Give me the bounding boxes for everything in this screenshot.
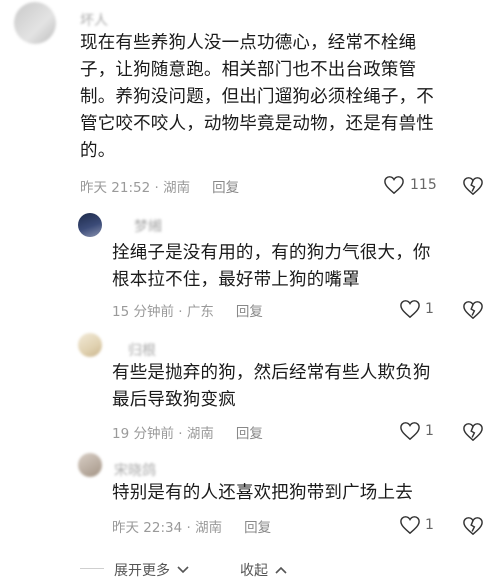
expand-more-label: 展开更多 <box>114 563 170 579</box>
like-button[interactable]: 1 <box>399 299 434 319</box>
heart-icon <box>400 300 420 319</box>
comment-line: 的。 <box>80 141 116 161</box>
comment-line: 管它咬不咬人，动物毕竟是动物，还是有兽性 <box>80 114 434 134</box>
avatar[interactable] <box>14 2 56 44</box>
broken-heart-icon[interactable] <box>462 516 484 536</box>
commenter-name[interactable]: 梦緗 <box>134 216 162 236</box>
avatar[interactable] <box>78 213 102 237</box>
reply-button[interactable]: 回复 <box>236 422 263 442</box>
like-count: 1 <box>425 301 434 317</box>
comment-line: 特别是有的人还喜欢把狗带到广场上去 <box>112 483 413 503</box>
comment-text: 现在有些养狗人没一点功德心，经常不栓绳 子，让狗随意跑。相关部门也不出台政策管 … <box>80 30 490 165</box>
avatar[interactable] <box>78 333 102 357</box>
reply-button[interactable]: 回复 <box>212 176 239 196</box>
like-button[interactable]: 1 <box>399 421 434 441</box>
comment-line: 根本拉不住，最好带上狗的嘴罩 <box>112 270 360 290</box>
commenter-name[interactable]: 归根 <box>128 340 156 360</box>
commenter-name[interactable]: 宋晓鸽 <box>114 460 156 480</box>
collapse-button[interactable]: 收起 <box>240 560 288 580</box>
comment-meta: 昨天 22:34 · 湖南 回复 <box>112 516 271 536</box>
heart-icon <box>400 516 420 535</box>
comment-time: 昨天 22:34 · 湖南 <box>112 520 223 536</box>
broken-heart-icon[interactable] <box>462 300 484 320</box>
like-count: 1 <box>425 517 434 533</box>
comment-time: 15 分钟前 · 广东 <box>112 304 214 320</box>
comment-text: 有些是抛弃的狗，然后经常有些人欺负狗 最后导致狗变疯 <box>112 360 492 414</box>
comment-text: 特别是有的人还喜欢把狗带到广场上去 <box>112 480 492 507</box>
heart-icon <box>384 176 404 195</box>
comment-line: 最后导致狗变疯 <box>112 390 236 410</box>
chevron-up-icon <box>275 566 287 574</box>
comment-line: 拴绳子是没有用的，有的狗力气很大，你 <box>112 243 431 263</box>
comment-meta: 昨天 21:52 · 湖南 回复 <box>80 176 239 196</box>
reply-button[interactable]: 回复 <box>236 300 263 320</box>
avatar[interactable] <box>78 453 102 477</box>
comment-line: 子，让狗随意跑。相关部门也不出台政策管 <box>80 60 417 80</box>
comment-meta: 19 分钟前 · 湖南 回复 <box>112 422 263 442</box>
chevron-down-icon <box>177 566 189 574</box>
broken-heart-icon[interactable] <box>462 422 484 442</box>
comment-line: 现在有些养狗人没一点功德心，经常不栓绳 <box>80 33 417 53</box>
expand-more-button[interactable]: 展开更多 <box>114 560 190 580</box>
like-button[interactable]: 115 <box>383 175 437 195</box>
divider <box>80 568 104 569</box>
like-count: 1 <box>425 423 434 439</box>
collapse-label: 收起 <box>240 563 268 579</box>
comment-meta: 15 分钟前 · 广东 回复 <box>112 300 263 320</box>
broken-heart-icon[interactable] <box>462 176 484 196</box>
comment-line: 制。养狗没问题，但出门遛狗必须栓绳子，不 <box>80 87 434 107</box>
commenter-name[interactable]: 坏人 <box>80 10 108 30</box>
comment-text: 拴绳子是没有用的，有的狗力气很大，你 根本拉不住，最好带上狗的嘴罩 <box>112 240 492 294</box>
comment-time: 昨天 21:52 · 湖南 <box>80 180 191 196</box>
reply-button[interactable]: 回复 <box>244 516 271 536</box>
like-button[interactable]: 1 <box>399 515 434 535</box>
comment-time: 19 分钟前 · 湖南 <box>112 426 214 442</box>
like-count: 115 <box>410 177 437 193</box>
heart-icon <box>400 422 420 441</box>
comment-line: 有些是抛弃的狗，然后经常有些人欺负狗 <box>112 363 431 383</box>
